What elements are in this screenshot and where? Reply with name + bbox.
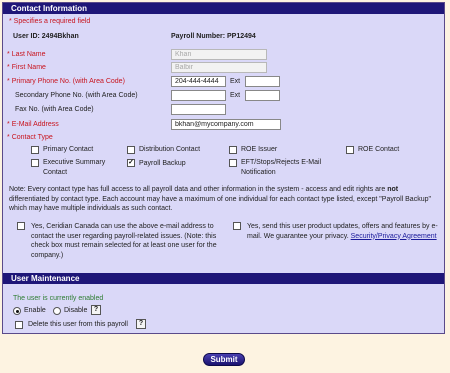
delete-help-icon[interactable]: ? <box>136 319 146 329</box>
first-name-label-text: First Name <box>11 64 46 71</box>
email-label-text: E-Mail Address <box>11 121 59 128</box>
ceridian-email-consent-checkbox[interactable] <box>17 222 25 230</box>
last-name-label-text: Last Name <box>11 51 46 58</box>
payroll-number: Payroll Number: PP12494 <box>171 33 256 40</box>
note-text-bold: not <box>387 186 399 193</box>
user-maintenance-header: User Maintenance <box>3 273 444 284</box>
privacy-agreement-link[interactable]: Security/Privacy Agreement <box>351 233 437 240</box>
ceridian-email-consent-text: Yes, Ceridian Canada can use the above e… <box>31 223 217 259</box>
primary-contact-label: Primary Contact <box>43 146 94 153</box>
fax-input[interactable] <box>171 104 226 115</box>
roe-contact-checkbox[interactable] <box>346 146 354 154</box>
disable-radio[interactable] <box>53 307 61 315</box>
roe-issuer-label: ROE Issuer <box>241 146 278 153</box>
email-label: * E-Mail Address <box>7 121 59 128</box>
checkmark-icon: ✓ <box>128 159 134 166</box>
delete-user-checkbox[interactable] <box>15 321 23 329</box>
contact-form-panel: Contact Information * Specifies a requir… <box>2 2 445 334</box>
required-field-note: * Specifies a required field <box>9 18 91 25</box>
enable-radio[interactable] <box>13 307 21 315</box>
primary-phone-label-text: Primary Phone No. (with Area Code) <box>11 78 125 85</box>
eft-notification-label: EFT/Stops/Rejects E-Mail Notification <box>241 159 322 176</box>
last-name-input[interactable] <box>171 49 267 60</box>
user-id: User ID: 2494Bkhan <box>13 33 79 40</box>
disable-label: Disable <box>64 307 88 314</box>
distribution-contact-label: Distribution Contact <box>139 146 201 153</box>
submit-button[interactable]: Submit <box>203 353 245 366</box>
primary-contact-checkbox[interactable] <box>31 146 39 154</box>
secondary-ext-label: Ext <box>230 92 241 99</box>
last-name-label: * Last Name <box>7 51 46 58</box>
note-text-1: Note: Every contact type has full access… <box>9 186 388 193</box>
product-updates-consent-text: Yes, send this user product updates, off… <box>247 222 439 241</box>
email-input[interactable] <box>171 119 281 130</box>
contact-type-note: Note: Every contact type has full access… <box>9 185 439 214</box>
product-updates-consent-checkbox[interactable] <box>233 222 241 230</box>
payroll-backup-label: Payroll Backup <box>139 160 186 167</box>
required-star-icon: * <box>7 78 10 85</box>
contact-information-header: Contact Information <box>3 3 444 14</box>
secondary-phone-label: Secondary Phone No. (with Area Code) <box>15 92 138 99</box>
note-text-2: differentiated by contact type. Each acc… <box>9 195 431 213</box>
roe-issuer-checkbox[interactable] <box>229 146 237 154</box>
enable-label: Enable <box>24 307 46 314</box>
contact-type-label-text: Contact Type <box>11 134 53 141</box>
secondary-phone-input[interactable] <box>171 90 226 101</box>
primary-ext-label: Ext <box>230 78 241 85</box>
required-star-icon: * <box>7 64 10 71</box>
primary-phone-label: * Primary Phone No. (with Area Code) <box>7 78 125 85</box>
primary-ext-input[interactable] <box>245 76 280 87</box>
executive-summary-label: Executive Summary Contact <box>43 159 106 176</box>
required-star-icon: * <box>7 134 10 141</box>
primary-phone-input[interactable] <box>171 76 226 87</box>
fax-label: Fax No. (with Area Code) <box>15 106 94 113</box>
required-star-icon: * <box>7 121 10 128</box>
contact-type-label: * Contact Type <box>7 134 53 141</box>
payroll-backup-checkbox[interactable]: ✓ <box>127 159 135 167</box>
first-name-input[interactable] <box>171 62 267 73</box>
executive-summary-checkbox[interactable] <box>31 159 39 167</box>
required-star-icon: * <box>7 51 10 58</box>
distribution-contact-checkbox[interactable] <box>127 146 135 154</box>
status-help-icon[interactable]: ? <box>91 305 101 315</box>
user-status-text: The user is currently enabled <box>13 295 104 302</box>
roe-contact-label: ROE Contact <box>358 146 400 153</box>
delete-user-label: Delete this user from this payroll <box>28 321 128 328</box>
secondary-ext-input[interactable] <box>245 90 280 101</box>
eft-notification-checkbox[interactable] <box>229 159 237 167</box>
first-name-label: * First Name <box>7 64 46 71</box>
